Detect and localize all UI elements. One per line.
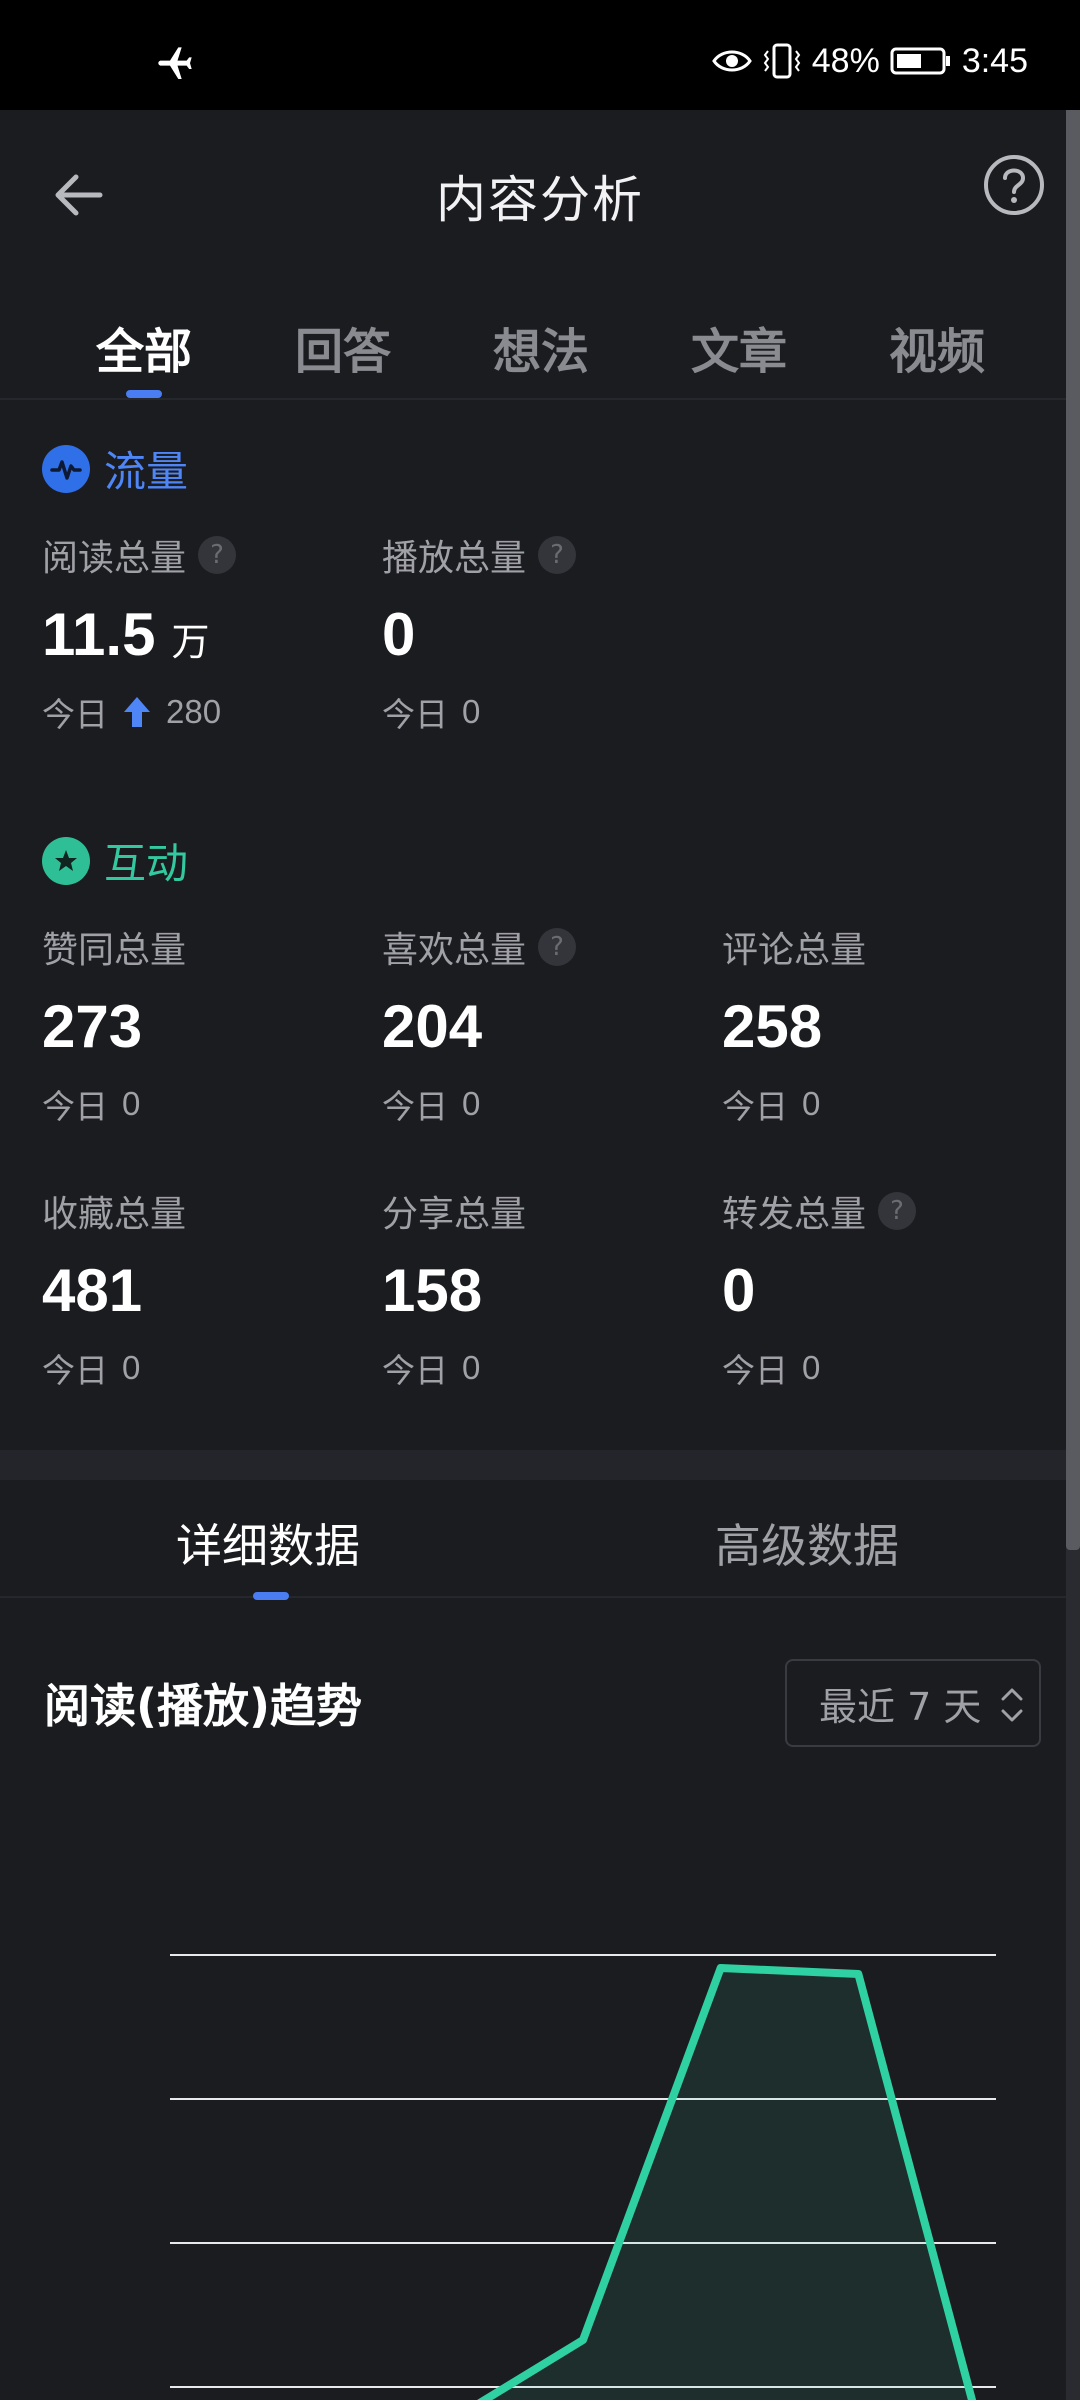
read-total-metric: 阅读总量? 11.5 万 今日 280	[42, 530, 362, 736]
favorites-like-metric: 喜欢总量? 204 今日 0	[382, 922, 702, 1128]
reposts-value: 0	[722, 1257, 756, 1324]
read-today-value: 280	[166, 693, 222, 730]
star-bubble-icon	[42, 836, 90, 885]
airplane-mode-icon	[158, 47, 192, 79]
reposts-today-value: 0	[802, 1349, 821, 1386]
date-range-value: 最近 7 天	[819, 1684, 982, 1729]
content-analysis-page: 内容分析 全部 回答 想法 文章 视频 流量 阅读总量? 11.5 万 今日 28…	[0, 110, 1066, 2400]
pulse-icon	[42, 444, 90, 493]
section-divider	[0, 1450, 1066, 1480]
today-label: 今日	[722, 1087, 788, 1126]
likes-label: 赞同总量	[42, 930, 187, 971]
subtab-active-indicator	[253, 1592, 289, 1600]
interaction-section-title: 互动	[42, 830, 188, 891]
shares-label: 分享总量	[382, 1194, 527, 1235]
likes-metric: 赞同总量 273 今日 0	[42, 922, 362, 1128]
chevron-up-down-icon	[1001, 1688, 1023, 1722]
page-title: 内容分析	[436, 171, 644, 229]
play-total-metric: 播放总量? 0 今日 0	[382, 530, 702, 736]
tab-answers[interactable]: 回答	[263, 312, 423, 382]
shares-value: 158	[382, 1257, 483, 1324]
today-label: 今日	[382, 1351, 448, 1390]
traffic-section-label: 流量	[104, 447, 189, 496]
battery-icon	[890, 47, 950, 75]
today-label: 今日	[382, 695, 448, 734]
reposts-label: 转发总量	[722, 1194, 867, 1235]
play-total-label: 播放总量	[382, 538, 527, 579]
comments-label: 评论总量	[722, 930, 867, 971]
tab-videos[interactable]: 视频	[857, 312, 1017, 382]
content-type-tabs: 全部 回答 想法 文章 视频	[0, 280, 1066, 400]
likes-value: 273	[42, 993, 143, 1060]
question-icon[interactable]: ?	[538, 536, 577, 574]
eye-icon	[711, 50, 752, 72]
comments-value: 258	[722, 993, 823, 1060]
question-icon[interactable]: ?	[198, 536, 237, 574]
vibrate-icon	[763, 43, 800, 79]
shares-today-value: 0	[462, 1349, 481, 1386]
collections-value: 481	[42, 1257, 143, 1324]
collections-label: 收藏总量	[42, 1194, 187, 1235]
question-icon[interactable]: ?	[878, 1192, 917, 1230]
trend-chart	[170, 1954, 996, 2400]
comments-today-value: 0	[802, 1085, 821, 1122]
trend-title: 阅读(播放)趋势	[44, 1679, 363, 1733]
today-label: 今日	[42, 1087, 108, 1126]
favorites-like-today-value: 0	[462, 1085, 481, 1122]
arrow-up-icon	[124, 697, 150, 727]
help-icon[interactable]	[983, 154, 1045, 216]
date-range-select[interactable]: 最近 7 天	[785, 1659, 1041, 1747]
play-total-value: 0	[382, 601, 416, 668]
today-label: 今日	[42, 1351, 108, 1390]
favorites-like-label: 喜欢总量	[382, 930, 527, 971]
question-icon[interactable]: ?	[538, 928, 577, 966]
clock: 3:45	[961, 41, 1028, 80]
traffic-section-title: 流量	[42, 438, 188, 499]
read-total-unit: 万	[171, 622, 210, 664]
favorites-like-value: 204	[382, 993, 483, 1060]
comments-metric: 评论总量 258 今日 0	[722, 922, 1042, 1128]
tab-active-indicator	[126, 390, 162, 398]
likes-today-value: 0	[122, 1085, 141, 1122]
tab-thoughts[interactable]: 想法	[461, 312, 621, 382]
tab-detail-data[interactable]: 详细数据	[176, 1510, 360, 1576]
play-today-value: 0	[462, 693, 481, 730]
shares-metric: 分享总量 158 今日 0	[382, 1186, 702, 1392]
tab-all[interactable]: 全部	[64, 312, 224, 382]
scrollbar-thumb[interactable]	[1066, 110, 1080, 1550]
today-label: 今日	[382, 1087, 448, 1126]
collections-today-value: 0	[122, 1349, 141, 1386]
tab-advanced-data[interactable]: 高级数据	[715, 1510, 899, 1576]
today-label: 今日	[722, 1351, 788, 1390]
battery-percent: 48%	[811, 41, 880, 80]
today-label: 今日	[42, 695, 108, 734]
data-detail-tabs: 详细数据 高级数据	[0, 1480, 1066, 1598]
app-header: 内容分析	[0, 110, 1066, 280]
read-total-label: 阅读总量	[42, 538, 187, 579]
reposts-metric: 转发总量? 0 今日 0	[722, 1186, 1042, 1392]
status-bar: 48% 3:45	[0, 0, 1080, 110]
tab-articles[interactable]: 文章	[659, 312, 819, 382]
interaction-section-label: 互动	[104, 839, 189, 888]
read-total-value: 11.5	[42, 601, 156, 668]
collections-metric: 收藏总量 481 今日 0	[42, 1186, 362, 1392]
